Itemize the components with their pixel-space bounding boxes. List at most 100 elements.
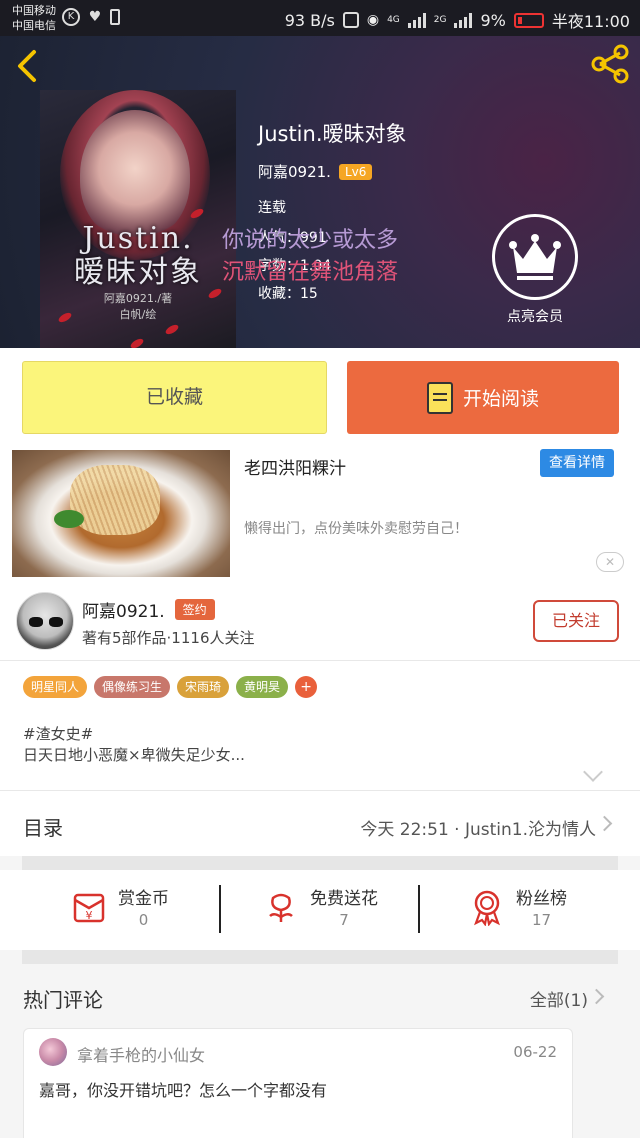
chevron-left-icon [18, 50, 36, 82]
petal [129, 336, 145, 348]
tag-item[interactable]: 宋雨琦 [177, 676, 230, 698]
book-header: Justin. 暧昧对象 阿嘉0921./著 白帆/绘 Justin.暧昧对象 … [0, 36, 640, 348]
tag-list: 明星同人 偶像练习生 宋雨琦 黄明昊 + [23, 676, 318, 698]
stat-value: 17 [531, 911, 552, 929]
signal-2g-icon [454, 12, 473, 28]
net-2g-label: 2G [433, 15, 447, 25]
ad-image-noodles [70, 465, 160, 535]
health-icon: ♥ [88, 9, 102, 25]
svg-text:¥: ¥ [86, 909, 93, 922]
clock: 半夜11:00 [551, 12, 630, 31]
book-cover[interactable]: Justin. 暧昧对象 阿嘉0921./著 白帆/绘 [40, 90, 236, 348]
author-section: 阿嘉0921. 签约 著有5部作品·1116人关注 已关注 [0, 580, 640, 660]
flower-icon [269, 893, 293, 922]
cover-author: 阿嘉0921./著 白帆/绘 [103, 292, 173, 321]
expand-chevron-down-icon[interactable] [583, 762, 603, 782]
collected-button[interactable]: 已收藏 [22, 361, 327, 434]
action-bar: 已收藏 开始阅读 [0, 348, 640, 446]
status-bar: 中国移动 中国电信 K ♥ 93 B/s ◉ 4G 2G 9% 半夜11:00 [0, 0, 640, 36]
signal-4g-icon [407, 12, 426, 28]
table-of-contents-row[interactable]: 目录 今天 22:51 · Justin1.沦为情人 [0, 790, 640, 856]
crown-icon [509, 234, 561, 280]
author-name[interactable]: 阿嘉0921. [82, 597, 165, 622]
ad-close-icon[interactable]: ✕ [596, 552, 624, 572]
book-favorites: 收藏：15 [258, 286, 318, 302]
book-author-row[interactable]: 阿嘉0921. Lv6 [258, 161, 373, 182]
all-comments-link[interactable]: 全部(1) [530, 986, 588, 1011]
commenter-avatar[interactable] [39, 1038, 67, 1066]
signed-badge: 签约 [174, 599, 215, 620]
avatar-eye [49, 617, 63, 627]
share-icon [591, 44, 629, 84]
comment-date: 06-22 [513, 1043, 557, 1061]
stat-value: 0 [138, 911, 149, 929]
add-tag-button[interactable]: + [295, 676, 318, 698]
tags-intro-section: 明星同人 偶像练习生 宋雨琦 黄明昊 + #渣女史# 日天日地小恶魔×卑微失足少… [0, 660, 640, 790]
carrier-2: 中国电信 [12, 19, 56, 32]
intro-line-1: #渣女史# [23, 725, 94, 743]
toc-latest-chapter[interactable]: 今天 22:51 · Justin1.沦为情人 [360, 815, 596, 840]
carrier-info: 中国移动 中国电信 [12, 3, 56, 33]
chevron-right-icon [596, 815, 613, 832]
cover-title: Justin. 暧昧对象 [74, 221, 202, 290]
vibrate-icon [342, 12, 359, 28]
share-button[interactable] [590, 44, 630, 84]
ad-image-leaf [54, 510, 84, 528]
stat-separator [219, 885, 221, 933]
stat-label: 赏金币 [118, 889, 169, 909]
vip-label[interactable]: 点亮会员 [488, 306, 582, 326]
book-author[interactable]: 阿嘉0921. [258, 161, 331, 182]
stat-flowers[interactable]: 免费送花 7 [262, 884, 378, 929]
author-name-row[interactable]: 阿嘉0921. 签约 [82, 597, 215, 622]
author-stats: 著有5部作品·1116人关注 [82, 629, 255, 647]
chevron-right-icon [588, 988, 605, 1005]
stat-separator [418, 885, 420, 933]
intro-line-2: 日天日地小恶魔×卑微失足少女... [23, 746, 245, 764]
stat-label: 免费送花 [310, 889, 378, 909]
book-status: 连载 [258, 200, 286, 216]
section-divider [22, 950, 618, 964]
comments-header: 热门评论 全部(1) [0, 964, 640, 1028]
author-avatar[interactable] [16, 592, 74, 650]
net-4g-label: 4G [387, 15, 400, 25]
vip-button[interactable] [492, 214, 578, 300]
comment-text: 嘉哥，你没开错坑吧？怎么一个字都没有 [39, 1081, 328, 1100]
storage-icon [110, 9, 120, 25]
medal-icon [474, 890, 500, 926]
eye-icon: ◉ [366, 12, 380, 28]
start-reading-button[interactable]: 开始阅读 [347, 361, 619, 434]
stat-value: 7 [339, 911, 349, 929]
lyric-line-2: 沉默留在舞池角落 [222, 260, 399, 285]
tag-item[interactable]: 黄明昊 [236, 676, 289, 698]
stat-label: 粉丝榜 [516, 889, 567, 909]
author-level-badge: Lv6 [338, 163, 373, 180]
section-divider [22, 856, 618, 870]
petal [164, 322, 180, 337]
stat-coins[interactable]: ¥ 赏金币 0 [70, 884, 169, 929]
back-button[interactable] [14, 46, 44, 86]
comment-item[interactable]: 拿着手枪的小仙女 06-22 嘉哥，你没开错坑吧？怎么一个字都没有 [23, 1028, 573, 1138]
ad-description: 懒得出门，点份美味外卖慰劳自己！ [244, 521, 468, 537]
book-title: Justin.暧昧对象 [258, 122, 407, 146]
battery-icon [513, 12, 544, 28]
tag-item[interactable]: 偶像练习生 [94, 676, 171, 698]
battery-percent: 9% [480, 10, 506, 30]
tag-item[interactable]: 明星同人 [23, 676, 88, 698]
stat-fan-rank[interactable]: 粉丝榜 17 [468, 884, 567, 929]
lyric-line-1: 你说的太少或太多 [222, 228, 399, 253]
red-envelope-icon: ¥ [73, 893, 105, 922]
ad-title[interactable]: 老四洪阳粿汁 [244, 454, 346, 479]
ad-image[interactable] [12, 450, 230, 577]
book-icon [426, 381, 453, 414]
network-speed: 93 B/s [284, 10, 335, 30]
carrier-1: 中国移动 [12, 4, 56, 17]
follow-button[interactable]: 已关注 [533, 600, 619, 642]
toc-label: 目录 [23, 816, 63, 840]
start-reading-label: 开始阅读 [462, 388, 539, 410]
ad-banner[interactable]: 老四洪阳粿汁 查看详情 懒得出门，点份美味外卖慰劳自己！ ✕ [0, 446, 640, 580]
avatar-eye [29, 617, 43, 627]
stats-row: ¥ 赏金币 0 免费送花 7 粉丝榜 17 [0, 870, 640, 950]
comments-title: 热门评论 [23, 988, 103, 1012]
ad-detail-button[interactable]: 查看详情 [540, 449, 614, 477]
commenter-name[interactable]: 拿着手枪的小仙女 [77, 1042, 205, 1066]
